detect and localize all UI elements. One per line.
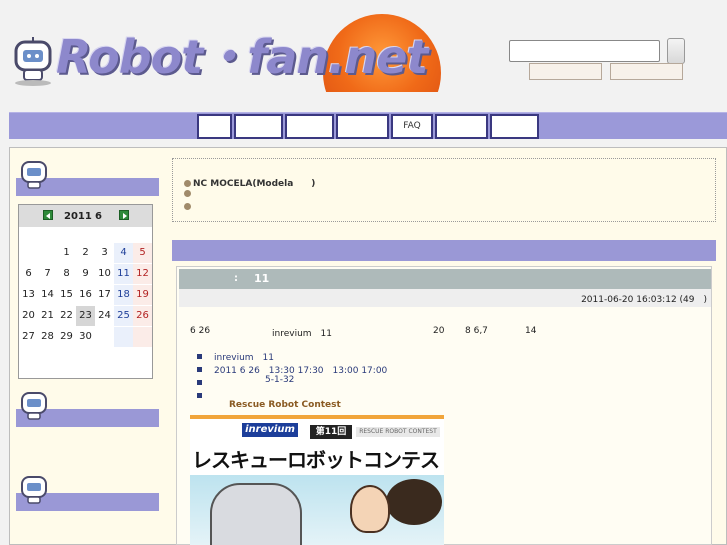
- calendar-day[interactable]: 16: [76, 285, 95, 305]
- banner-top: inrevium 第11回 RESCUE ROBOT CONTEST: [190, 419, 444, 447]
- calendar-day[interactable]: 19: [133, 285, 152, 305]
- bullet-icon: [197, 367, 202, 372]
- bullet-icon: [197, 393, 202, 398]
- calendar-day[interactable]: 18: [114, 285, 133, 305]
- calendar-day[interactable]: 13: [19, 285, 38, 305]
- banner-robot-illustration: [210, 483, 302, 545]
- nav-tab-7[interactable]: [490, 114, 539, 139]
- calendar: 2011 6 1 2 3 4 5 6 7 8 9 10 11 12 13 14 15 16 17 18 19 20 21…: [18, 204, 153, 379]
- calendar-day[interactable]: 3: [95, 243, 114, 263]
- calendar-day[interactable]: 2: [76, 243, 95, 263]
- list-item: 2011 6 26 13:30 17:30 13:00 17:00: [214, 366, 388, 376]
- main-nav: FAQ: [9, 112, 727, 139]
- calendar-day[interactable]: 9: [76, 264, 95, 284]
- article-meta: 2011-06-20 16:03:12 (49 ): [179, 289, 711, 307]
- calendar-day[interactable]: 26: [133, 306, 152, 326]
- calendar-day[interactable]: 27: [19, 327, 38, 347]
- notice-item[interactable]: [184, 202, 193, 214]
- calendar-day[interactable]: 8: [57, 264, 76, 284]
- article-title[interactable]: 11: [254, 272, 269, 285]
- notice-item[interactable]: [184, 189, 193, 201]
- bullet-icon: [197, 380, 202, 385]
- intro-text: 14: [525, 326, 537, 336]
- calendar-day[interactable]: 23: [76, 306, 95, 326]
- intro-text: inrevium 11: [272, 329, 332, 339]
- nav-tab-3[interactable]: [285, 114, 334, 139]
- calendar-day[interactable]: 22: [57, 306, 76, 326]
- bullet-icon: [184, 203, 191, 210]
- calendar-day[interactable]: 7: [38, 264, 57, 284]
- calendar-day[interactable]: 25: [114, 306, 133, 326]
- bullet-icon: [184, 190, 191, 197]
- calendar-day[interactable]: 24: [95, 306, 114, 326]
- calendar-day: [114, 327, 133, 347]
- robot-mascot-icon: [21, 161, 47, 189]
- robot-mascot-icon: [14, 37, 52, 86]
- contest-banner-image[interactable]: inrevium 第11回 RESCUE ROBOT CONTEST レスキュー…: [190, 415, 444, 545]
- banner-character: [350, 485, 390, 533]
- calendar-day: [95, 327, 114, 347]
- calendar-next-icon[interactable]: [119, 210, 129, 220]
- header-button-1[interactable]: [529, 63, 602, 80]
- notice-box: NC MOCELA(Modela ): [172, 158, 716, 222]
- calendar-day: [19, 243, 38, 263]
- article-title-prefix: :: [234, 273, 238, 284]
- search-button[interactable]: [667, 38, 685, 64]
- calendar-day[interactable]: 15: [57, 285, 76, 305]
- calendar-day[interactable]: 20: [19, 306, 38, 326]
- calendar-year: 2011: [64, 211, 92, 222]
- calendar-day: [38, 243, 57, 263]
- calendar-day[interactable]: 1: [57, 243, 76, 263]
- robot-mascot-icon: [21, 392, 47, 420]
- calendar-day[interactable]: 12: [133, 264, 152, 284]
- calendar-day[interactable]: 4: [114, 243, 133, 263]
- banner-contest-label: RESCUE ROBOT CONTEST: [356, 427, 440, 437]
- list-item: inrevium 11: [214, 353, 274, 363]
- intro-text: 6 26: [190, 326, 211, 336]
- calendar-header: 2011 6: [19, 205, 152, 227]
- site-logo[interactable]: Robot・fan.net: [56, 34, 428, 80]
- header-button-2[interactable]: [610, 63, 683, 80]
- intro-text: 8 6,7: [465, 326, 488, 336]
- calendar-day[interactable]: 29: [57, 327, 76, 347]
- bullet-icon: [184, 180, 191, 187]
- calendar-day: [133, 327, 152, 347]
- calendar-day[interactable]: 17: [95, 285, 114, 305]
- article-date: 2011-06-20 16:03:12 (49 ): [581, 295, 707, 305]
- calendar-day[interactable]: 30: [76, 327, 95, 347]
- intro-text: 20: [433, 326, 445, 336]
- robot-mascot-icon: [21, 476, 47, 504]
- section-header: [172, 240, 716, 261]
- calendar-day[interactable]: 5: [133, 243, 152, 263]
- calendar-day[interactable]: 28: [38, 327, 57, 347]
- banner-brand: inrevium: [242, 423, 298, 437]
- bullet-icon: [197, 354, 202, 359]
- site-header: Robot・fan.net: [0, 0, 727, 112]
- banner-character-hair: [386, 479, 442, 525]
- nav-tab-4[interactable]: [336, 114, 389, 139]
- rescue-robot-contest-link[interactable]: Rescue Robot Contest: [229, 400, 341, 410]
- nav-tab-2[interactable]: [234, 114, 283, 139]
- calendar-day[interactable]: 21: [38, 306, 57, 326]
- search-input[interactable]: [509, 40, 660, 62]
- calendar-prev-icon[interactable]: [43, 210, 53, 220]
- nav-tab-6[interactable]: [435, 114, 488, 139]
- calendar-month: 6: [95, 211, 102, 222]
- notice-item[interactable]: NC MOCELA(Modela ): [184, 176, 315, 189]
- article: : 11 2011-06-20 16:03:12 (49 ) 6 26 inre…: [176, 266, 712, 545]
- nav-tab-1[interactable]: [197, 114, 232, 139]
- list-item: 5-1-32: [265, 375, 295, 385]
- banner-edition: 第11回: [310, 425, 352, 439]
- calendar-day[interactable]: 6: [19, 264, 38, 284]
- calendar-day[interactable]: 14: [38, 285, 57, 305]
- calendar-day[interactable]: 11: [114, 264, 133, 284]
- nav-tab-faq[interactable]: FAQ: [391, 114, 433, 139]
- calendar-day[interactable]: 10: [95, 264, 114, 284]
- banner-headline: レスキューロボットコンテスト: [192, 448, 442, 472]
- article-title-bar: : 11: [179, 269, 711, 289]
